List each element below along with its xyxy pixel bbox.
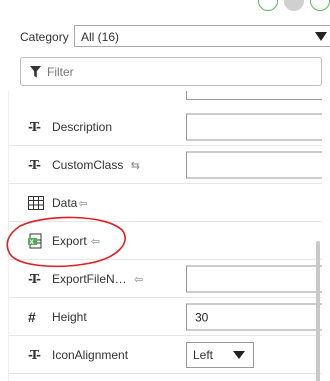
property-row-iconalignment: -T- IconAlignment Left [9, 336, 322, 374]
text-type-icon: -T- [28, 347, 41, 362]
property-label-wrap: Data⇦ [52, 196, 88, 210]
exportfilename-input[interactable] [186, 265, 322, 292]
iconalignment-select[interactable]: Left [186, 341, 254, 368]
add-circle-button[interactable] [310, 0, 330, 11]
property-label: ExportFileN… [52, 271, 127, 286]
list-scrollbar[interactable] [316, 241, 320, 381]
property-row-description: -T- Description [9, 108, 322, 146]
property-input-partial[interactable] [186, 91, 322, 100]
binding-in-icon[interactable]: ⇦ [78, 198, 87, 210]
chevron-down-icon [315, 32, 327, 41]
description-input[interactable] [186, 113, 322, 140]
property-label-wrap: CustomClass ⇆ [52, 158, 140, 172]
property-label: CustomClass [52, 157, 124, 172]
chevron-down-icon [233, 350, 245, 359]
text-type-icon: -T- [28, 119, 41, 134]
property-label: Description [52, 119, 113, 134]
text-type-icon: -T- [28, 271, 41, 286]
property-label: IconAlignment [52, 347, 129, 362]
height-input[interactable]: 30 [186, 303, 322, 330]
property-label: Height [52, 309, 87, 324]
category-filter-row: Category All (16) [20, 25, 330, 49]
text-type-icon: -T- [28, 157, 41, 172]
confirm-circle-button[interactable] [258, 0, 278, 11]
funnel-icon [30, 66, 41, 78]
highlight-annotation [6, 216, 126, 268]
category-label: Category [20, 30, 69, 44]
number-icon: # [28, 308, 36, 325]
property-label: Data [52, 195, 78, 210]
table-icon [28, 195, 44, 210]
customclass-input[interactable] [186, 151, 322, 178]
property-label-wrap: ExportFileN… ⇦ [52, 272, 143, 286]
bidirectional-binding-icon[interactable]: ⇆ [131, 160, 140, 172]
category-select[interactable]: All (16) [74, 25, 330, 47]
property-row-customclass: -T- CustomClass ⇆ [9, 146, 322, 184]
filter-placeholder: Filter [47, 65, 74, 79]
binding-in-icon[interactable]: ⇦ [134, 274, 143, 286]
category-selected-value: All (16) [81, 30, 120, 44]
property-row-height: # Height 30 [9, 298, 322, 336]
iconalignment-selected-value: Left [193, 347, 214, 362]
neutral-circle-button[interactable] [284, 0, 304, 11]
filter-input[interactable]: Filter [20, 57, 322, 86]
